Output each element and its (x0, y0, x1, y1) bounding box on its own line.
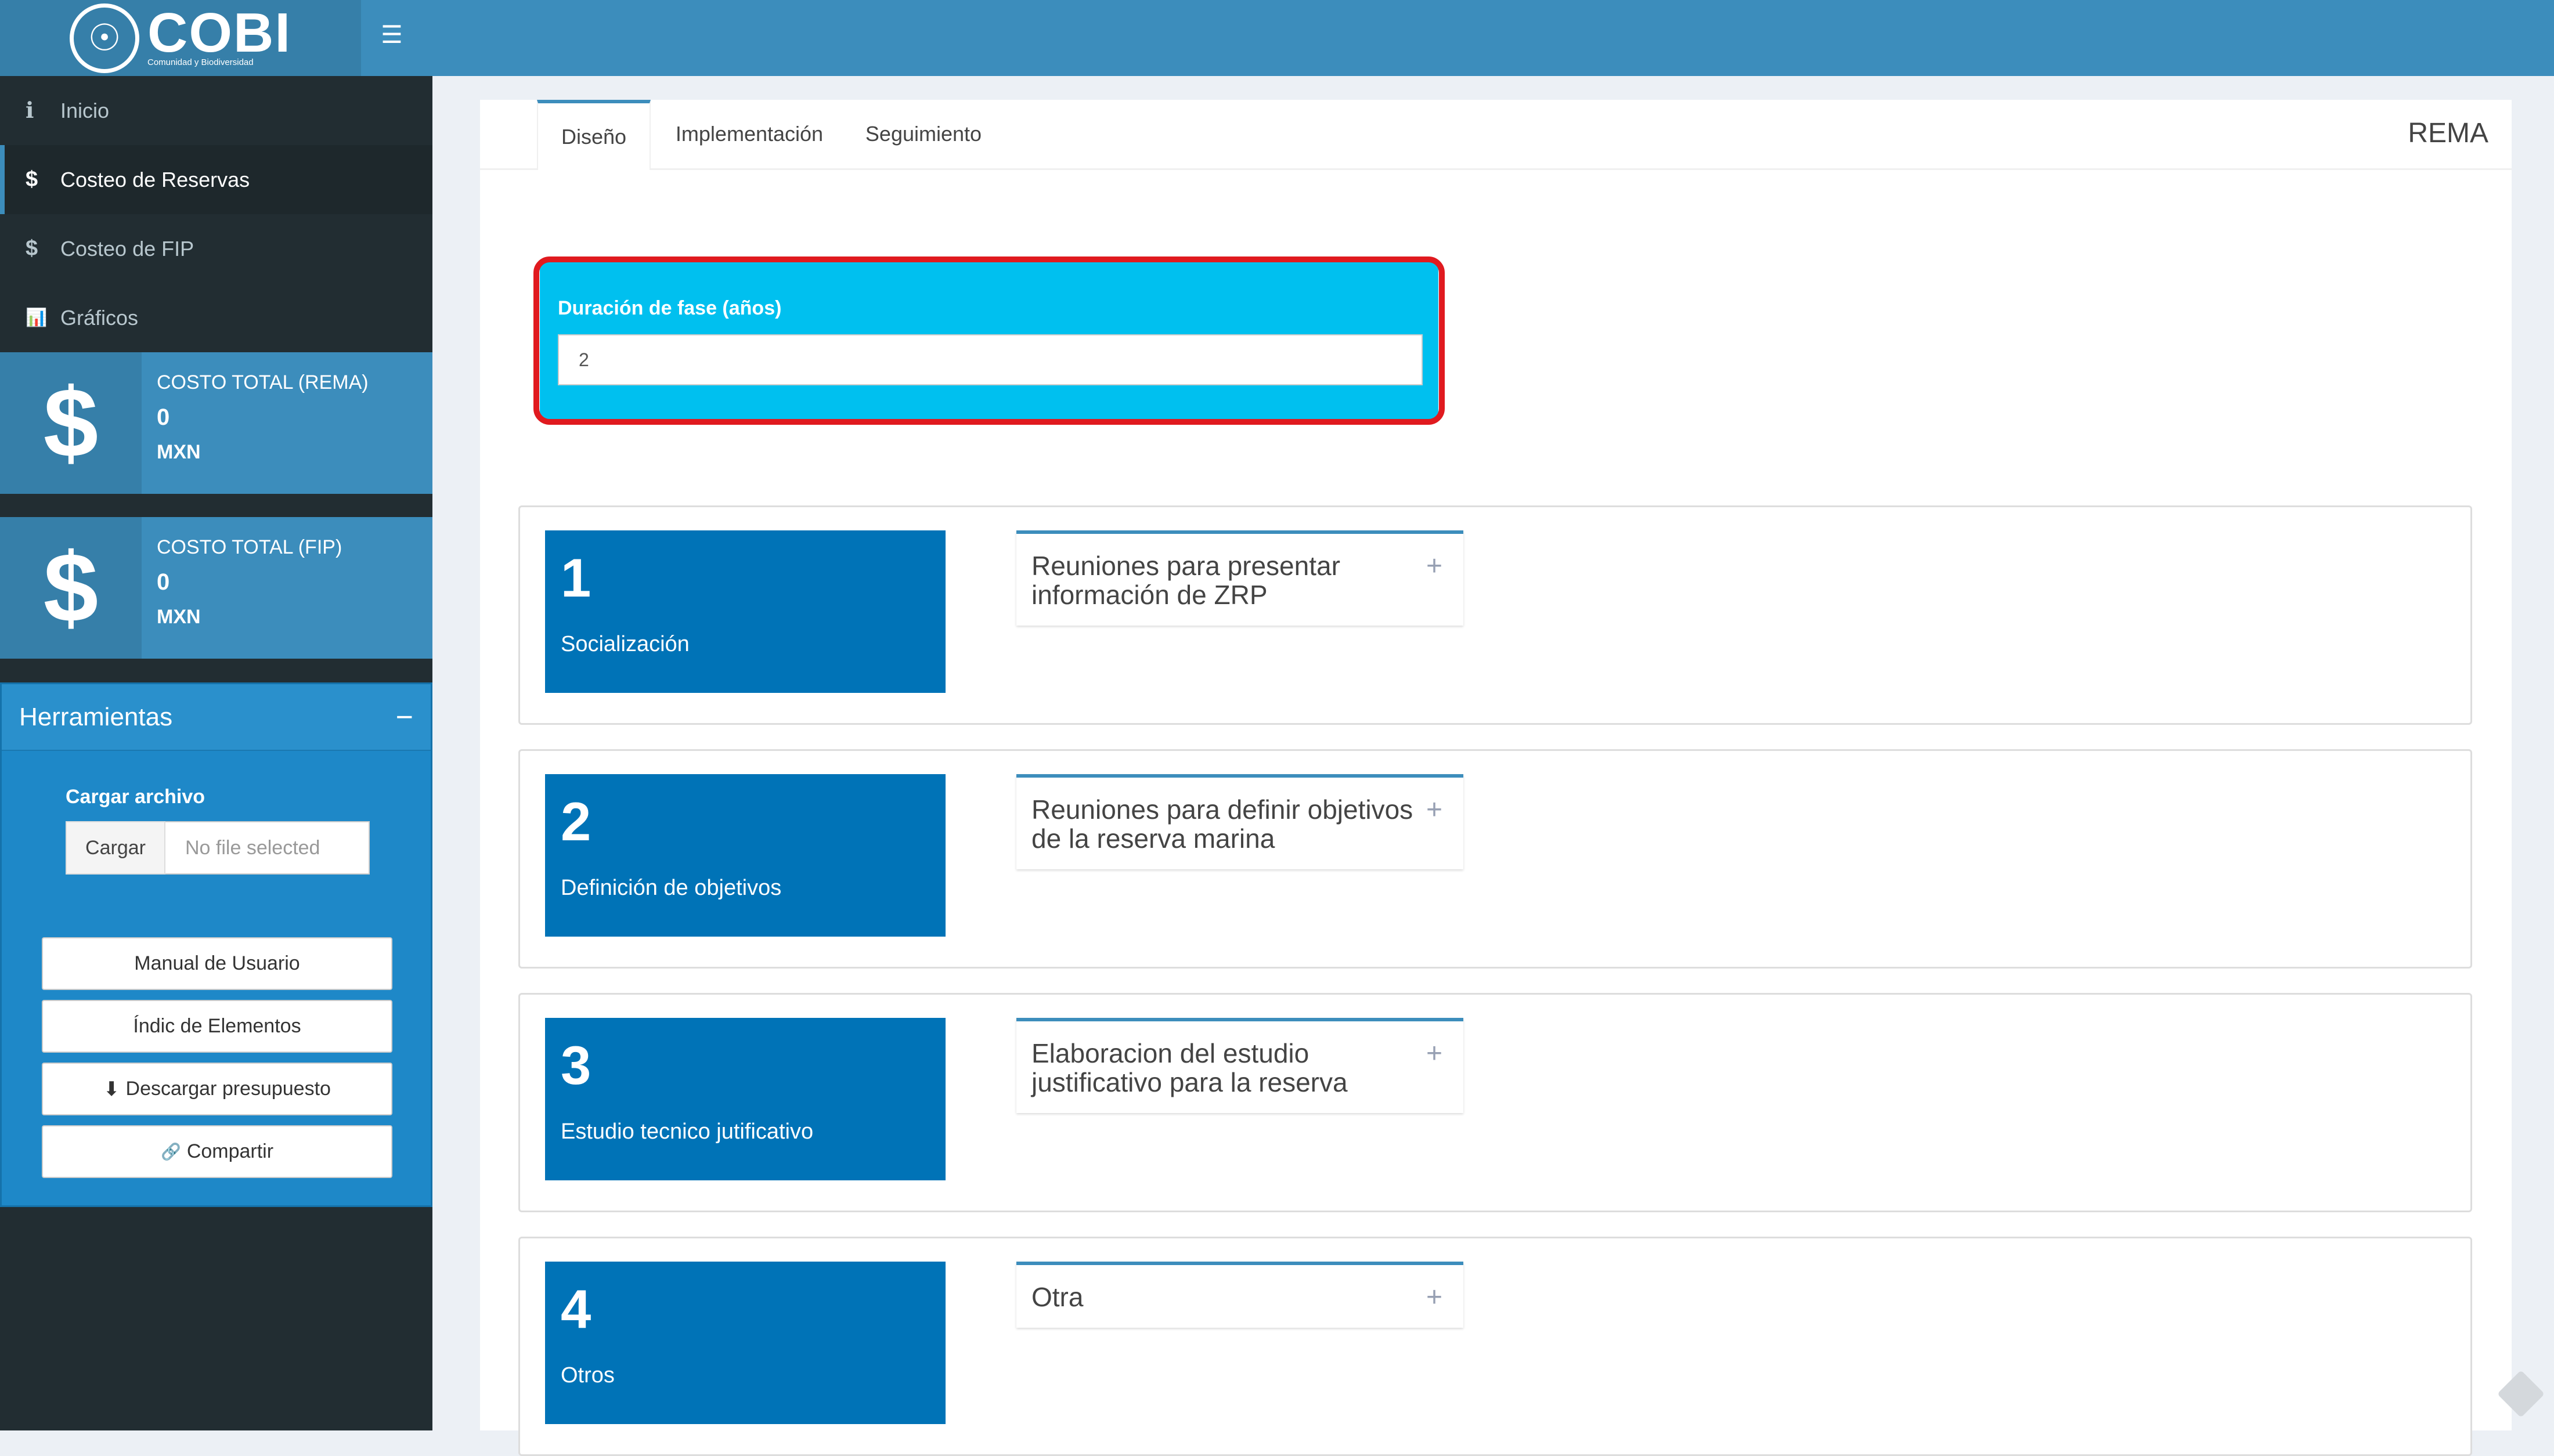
tab-diseno[interactable]: Diseño (537, 100, 651, 170)
main-panel: Diseño Implementación Seguimiento REMA D… (480, 100, 2512, 1456)
activity-title: Reuniones para presentar información de … (1031, 551, 1340, 610)
sidebar-item-costeo-fip[interactable]: $ Costeo de FIP (0, 214, 432, 283)
activity-box[interactable]: Reuniones para definir objetivos de la r… (1016, 774, 1463, 869)
sidebar-item-label: Gráficos (60, 305, 139, 330)
activity-box[interactable]: Otra + (1016, 1262, 1463, 1328)
tools-panel: Herramientas − Cargar archivo Cargar No … (0, 682, 432, 1207)
dollar-icon: $ (26, 167, 38, 192)
info-box-costo-fip: $ COSTO TOTAL (FIP) 0 MXN (0, 517, 432, 659)
collapse-minus-icon[interactable]: − (396, 700, 413, 735)
step-number: 3 (561, 1035, 591, 1096)
sidebar-item-costeo-reservas[interactable]: $ Costeo de Reservas (0, 145, 432, 214)
step-tile: 1 Socialización (545, 530, 946, 693)
indice-elementos-button[interactable]: Índic de Elementos (42, 1000, 392, 1053)
step-name: Socialización (561, 632, 690, 656)
step-card: 4 Otros Otra + (518, 1237, 2472, 1456)
expand-plus-icon[interactable]: + (1426, 1038, 1442, 1070)
step-card: 1 Socialización Reuniones para presentar… (518, 505, 2472, 725)
sidebar-item-label: Inicio (60, 98, 110, 122)
activity-title: Otra (1031, 1282, 1084, 1312)
button-label: Descargar presupuesto (125, 1078, 331, 1100)
info-box-title: COSTO TOTAL (REMA) (157, 371, 369, 393)
upload-button[interactable]: Cargar (66, 821, 165, 875)
step-tile: 4 Otros (545, 1262, 946, 1424)
step-number: 1 (561, 547, 591, 608)
logo-subtitle: Comunidad y Biodiversidad (147, 57, 254, 67)
dollar-icon: $ (0, 517, 142, 659)
info-box-unit: MXN (157, 441, 201, 463)
info-box-value: 0 (157, 404, 170, 430)
step-card: 2 Definición de objetivos Reuniones para… (518, 749, 2472, 969)
hamburger-menu-icon[interactable]: ☰ (380, 23, 403, 47)
sidebar-item-label: Costeo de Reservas (60, 167, 250, 192)
button-label: Manual de Usuario (134, 952, 300, 974)
file-upload: Cargar No file selected (66, 821, 370, 875)
step-number: 4 (561, 1278, 591, 1339)
upload-label: Cargar archivo (66, 786, 205, 808)
sidebar-item-label: Costeo de FIP (60, 236, 194, 261)
section-title: REMA (2408, 118, 2488, 149)
info-box-value: 0 (157, 569, 170, 595)
step-name: Definición de objetivos (561, 876, 782, 900)
logo-text: COBI (147, 1, 291, 64)
step-tile: 2 Definición de objetivos (545, 774, 946, 937)
bar-chart-icon: 📊 (26, 308, 48, 327)
step-number: 2 (561, 791, 591, 852)
link-icon: 🔗 (160, 1143, 181, 1161)
sidebar-item-graficos[interactable]: 📊 Gráficos (0, 283, 432, 352)
tab-bar: Diseño Implementación Seguimiento REMA (480, 100, 2512, 170)
cobi-logo-icon: ☉ (70, 3, 139, 73)
expand-plus-icon[interactable]: + (1426, 794, 1442, 826)
step-name: Otros (561, 1363, 615, 1388)
phase-duration-input[interactable]: 2 (558, 334, 1423, 385)
sidebar-item-inicio[interactable]: ℹ Inicio (0, 76, 432, 145)
phase-duration-label: Duración de fase (años) (558, 297, 782, 319)
tools-title: Herramientas (19, 702, 173, 731)
download-icon: ⬇ (103, 1078, 120, 1100)
step-tile: 3 Estudio tecnico jutificativo (545, 1018, 946, 1180)
compartir-button[interactable]: 🔗 Compartir (42, 1125, 392, 1178)
dollar-icon: $ (0, 352, 142, 494)
tools-header: Herramientas − (2, 684, 431, 751)
dollar-icon: $ (26, 236, 38, 261)
info-box-unit: MXN (157, 606, 201, 628)
manual-usuario-button[interactable]: Manual de Usuario (42, 937, 392, 990)
info-icon: ℹ (26, 99, 34, 123)
upload-filename-field[interactable]: No file selected (165, 821, 370, 875)
logo[interactable]: ☉ COBI Comunidad y Biodiversidad (0, 0, 361, 76)
descargar-presupuesto-button[interactable]: ⬇ Descargar presupuesto (42, 1063, 392, 1115)
tab-seguimiento[interactable]: Seguimiento (849, 100, 998, 168)
activity-box[interactable]: Elaboracion del estudio justificativo pa… (1016, 1018, 1463, 1113)
button-label: Compartir (186, 1140, 274, 1162)
info-box-costo-rema: $ COSTO TOTAL (REMA) 0 MXN (0, 352, 432, 494)
step-card: 3 Estudio tecnico jutificativo Elaboraci… (518, 993, 2472, 1212)
tab-implementacion[interactable]: Implementación (662, 100, 836, 168)
top-navbar: ☉ COBI Comunidad y Biodiversidad ☰ (0, 0, 2554, 76)
info-box-title: COSTO TOTAL (FIP) (157, 536, 342, 558)
expand-plus-icon[interactable]: + (1426, 550, 1442, 582)
step-name: Estudio tecnico jutificativo (561, 1119, 814, 1144)
activity-title: Reuniones para definir objetivos de la r… (1031, 794, 1413, 854)
activity-title: Elaboracion del estudio justificativo pa… (1031, 1038, 1348, 1097)
activity-box[interactable]: Reuniones para presentar información de … (1016, 530, 1463, 626)
button-label: Índic de Elementos (133, 1015, 301, 1037)
expand-plus-icon[interactable]: + (1426, 1281, 1442, 1313)
